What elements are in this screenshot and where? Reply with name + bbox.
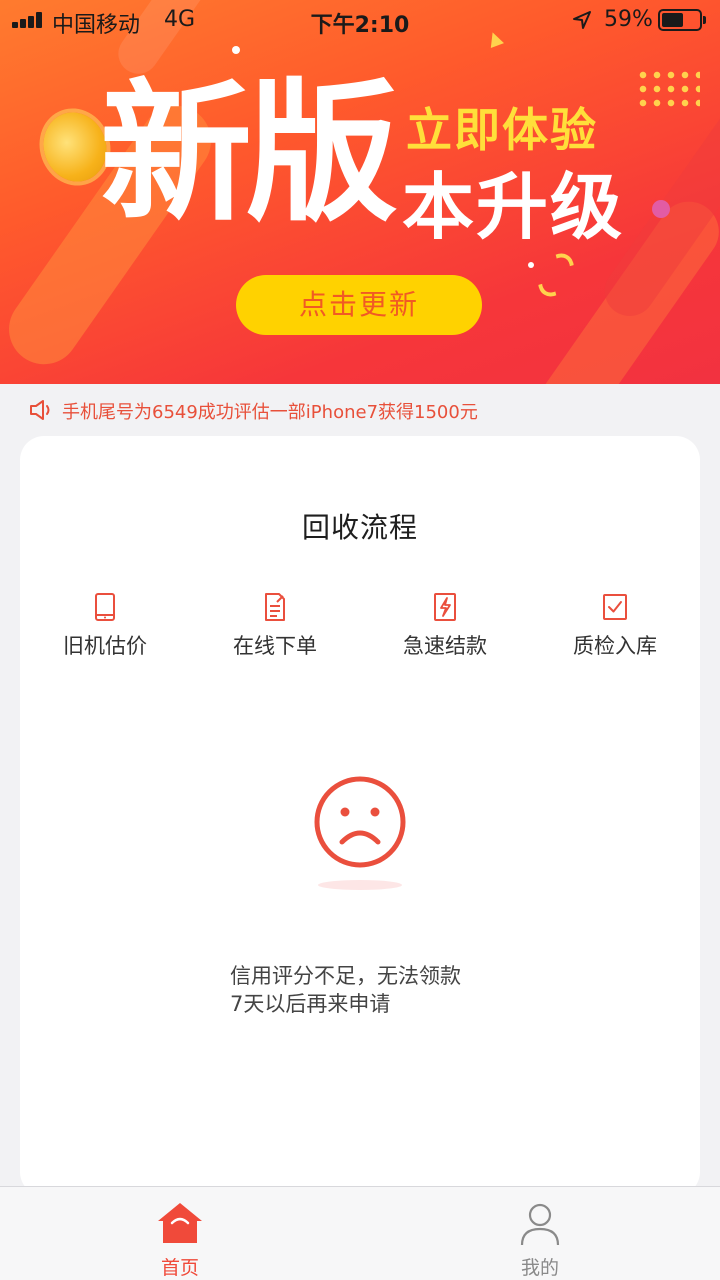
process-steps: 旧机估价 在线下单 急速结款 质检入库 xyxy=(20,592,700,662)
decor-sparkle xyxy=(528,262,534,268)
status-message: 信用评分不足，无法领款 7天以后再来申请 xyxy=(230,962,461,1018)
step-inspection[interactable]: 质检入库 xyxy=(530,592,700,660)
step-order[interactable]: 在线下单 xyxy=(190,592,360,660)
step-valuation[interactable]: 旧机估价 xyxy=(20,592,190,660)
home-icon xyxy=(158,1203,202,1243)
message-line: 7天以后再来申请 xyxy=(230,992,391,1016)
banner-headline-suffix: 本升级 xyxy=(402,165,625,249)
tab-label: 我的 xyxy=(520,1257,559,1279)
tab-label: 首页 xyxy=(160,1257,199,1279)
speaker-icon xyxy=(30,400,50,420)
message-line: 信用评分不足，无法领款 xyxy=(230,964,461,988)
battery-icon xyxy=(658,9,706,31)
notice-text: 手机尾号为6549成功评估一部iPhone7获得1500元 xyxy=(62,402,478,423)
step-label: 旧机估价 xyxy=(63,634,147,658)
icon-shadow xyxy=(318,880,402,890)
step-label: 急速结款 xyxy=(403,634,487,658)
sad-face-icon xyxy=(314,776,406,868)
status-bar: 中国移动 4G 下午2:10 59% xyxy=(0,0,720,40)
phone-icon xyxy=(95,593,115,621)
step-label: 在线下单 xyxy=(233,634,317,658)
step-payment[interactable]: 急速结款 xyxy=(360,592,530,660)
promo-banner[interactable]: 新版 立即体验 本升级 点击更新 xyxy=(0,0,720,384)
update-button[interactable]: 点击更新 xyxy=(236,275,482,335)
decor-sparkle xyxy=(232,46,240,54)
card-title: 回收流程 xyxy=(301,511,418,544)
location-arrow-icon xyxy=(573,11,591,29)
step-label: 质检入库 xyxy=(573,634,657,658)
battery-percent: 59% xyxy=(604,7,653,32)
user-icon xyxy=(520,1203,560,1246)
battery-fill xyxy=(662,13,683,27)
notice-bar: 手机尾号为6549成功评估一部iPhone7获得1500元 xyxy=(0,384,720,436)
decor-dots xyxy=(636,68,700,108)
order-form-icon xyxy=(265,593,285,621)
lightning-icon xyxy=(434,593,456,621)
banner-headline: 新版 xyxy=(100,65,398,242)
tab-bar: 首页 我的 xyxy=(0,1186,720,1280)
decor-ribbon xyxy=(530,247,582,303)
tab-home[interactable]: 首页 xyxy=(80,1187,280,1280)
decor-dot xyxy=(652,200,670,218)
tab-profile[interactable]: 我的 xyxy=(440,1187,640,1280)
recycle-card: 回收流程 旧机估价 在线下单 急速结款 质检入库 信用评分不足，无法领款 7天以… xyxy=(20,436,700,1196)
checkbox-icon xyxy=(603,594,627,620)
